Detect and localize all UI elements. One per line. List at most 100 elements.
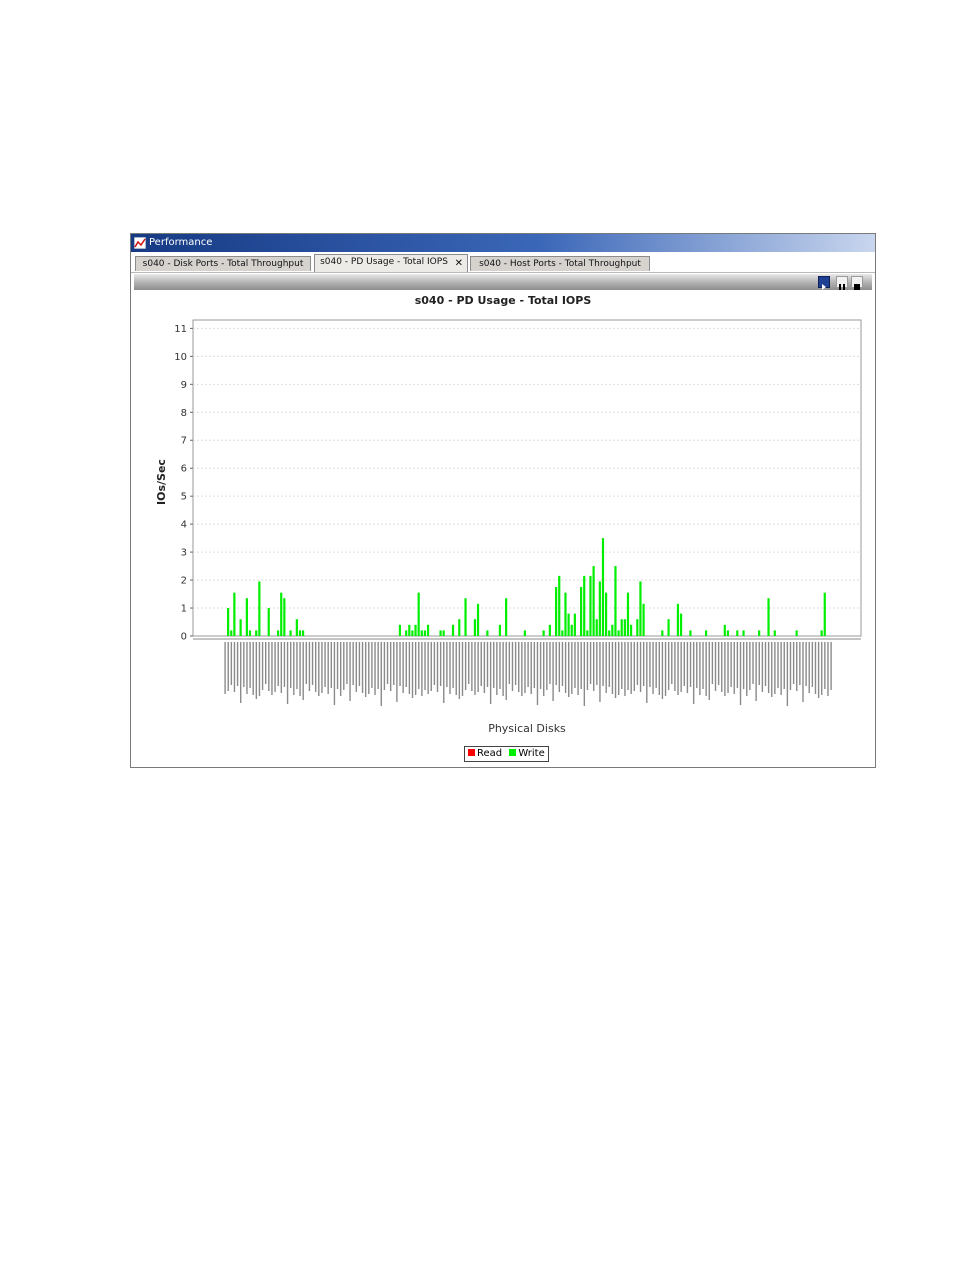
- x-tick-label: [280, 642, 283, 693]
- x-tick-label: [508, 642, 511, 684]
- close-tab-icon[interactable]: ✕: [455, 257, 463, 271]
- x-tick-label: [767, 642, 770, 693]
- bar-write: [604, 592, 608, 636]
- x-tick-label: [664, 642, 667, 696]
- bar-write: [555, 587, 558, 636]
- x-tick-label: [552, 642, 554, 701]
- bar-write: [245, 598, 248, 636]
- x-tick-label: [561, 642, 564, 686]
- tab-host-ports-throughput[interactable]: s040 - Host Ports - Total Throughput: [470, 256, 650, 271]
- x-tick-label: [696, 642, 698, 688]
- y-tick-label: 1: [181, 604, 187, 615]
- x-tick-label: [708, 642, 710, 700]
- bar-write: [629, 624, 633, 636]
- x-tick-label: [236, 642, 239, 686]
- bar-write: [667, 619, 670, 636]
- x-tick-label: [324, 642, 326, 687]
- stop-button[interactable]: [851, 276, 863, 290]
- bar-write: [277, 630, 280, 636]
- x-tick-label: [299, 642, 301, 696]
- x-tick-label: [252, 642, 254, 695]
- x-tick-label: [471, 642, 473, 691]
- x-tick-label: [727, 642, 729, 693]
- bar-write: [505, 598, 508, 636]
- x-tick-label: [789, 642, 792, 690]
- x-tick-label: [452, 642, 454, 688]
- y-tick-label: 2: [181, 576, 187, 587]
- x-tick-label: [443, 642, 445, 703]
- tab-disk-ports-throughput[interactable]: s040 - Disk Ports - Total Throughput: [135, 256, 311, 271]
- x-tick-label: [705, 642, 707, 696]
- x-tick-label: [271, 642, 273, 695]
- bar-write: [523, 630, 526, 636]
- x-tick-label: [721, 642, 723, 692]
- bar-write: [458, 619, 461, 636]
- x-tick-label: [733, 642, 735, 694]
- x-tick-label: [646, 642, 648, 703]
- title-bar: Performance: [131, 234, 875, 252]
- bar-write: [486, 630, 489, 636]
- x-tick-label: [424, 642, 426, 690]
- x-tick-label: [827, 642, 829, 696]
- plot-area: 0 1 2 3 4 5 6 7 8 9 10 11: [174, 319, 862, 706]
- bar-write: [611, 624, 614, 636]
- x-tick-label: [249, 642, 251, 688]
- bar-write: [589, 575, 592, 636]
- bar-write: [258, 581, 261, 636]
- x-tick-label: [755, 642, 757, 701]
- bar-write: [564, 592, 567, 636]
- y-tick-label: 8: [181, 408, 187, 419]
- x-tick-label: [308, 642, 311, 691]
- x-tick-label: [605, 642, 607, 693]
- x-tick-label: [555, 642, 557, 685]
- x-tick-label: [355, 642, 357, 692]
- y-tick-label: 7: [181, 436, 187, 447]
- x-tick-label: [283, 642, 286, 687]
- x-tick-label: [699, 642, 701, 695]
- x-tick-label: [524, 642, 526, 693]
- pause-button[interactable]: [836, 276, 848, 290]
- x-tick-label: [639, 642, 642, 692]
- x-tick-label: [799, 642, 801, 685]
- bar-write: [295, 619, 298, 636]
- x-tick-label: [742, 642, 745, 689]
- bar-write: [567, 613, 570, 636]
- x-tick-label: [502, 642, 504, 696]
- bar-write: [583, 575, 586, 636]
- x-tick-label: [596, 642, 598, 685]
- x-tick-label: [586, 642, 589, 690]
- x-tick-label: [265, 642, 267, 684]
- bar-write: [689, 630, 692, 636]
- x-tick-label: [571, 642, 573, 694]
- bar-write: [570, 624, 573, 636]
- x-tick-label: [752, 642, 754, 684]
- x-tick-label: [758, 642, 760, 685]
- x-tick-label: [677, 642, 679, 695]
- x-tick-label: [377, 642, 379, 689]
- bar-write: [426, 624, 430, 636]
- x-tick-label: [336, 642, 339, 689]
- x-tick-label: [333, 642, 336, 705]
- x-tick-label: [564, 642, 567, 693]
- play-button[interactable]: [818, 276, 830, 290]
- x-tick-label: [371, 642, 373, 688]
- x-tick-label: [546, 642, 548, 690]
- x-tick-label: [383, 642, 386, 690]
- x-tick-label: [230, 642, 233, 685]
- x-tick-label: [649, 642, 651, 687]
- y-tick-label: 3: [181, 548, 187, 559]
- tab-pd-usage-iops[interactable]: s040 - PD Usage - Total IOPS ✕: [314, 254, 468, 272]
- bar-write: [548, 624, 551, 636]
- bar-write: [617, 630, 620, 636]
- x-tick-label: [814, 642, 817, 694]
- x-tick-label: [711, 642, 714, 684]
- x-tick-label: [642, 642, 645, 686]
- bar-write: [558, 575, 561, 636]
- x-tick-label: [824, 642, 826, 689]
- x-tick-label: [658, 642, 660, 695]
- x-tick-label: [702, 642, 704, 689]
- x-tick-label: [314, 642, 317, 692]
- x-tick-label: [305, 642, 308, 684]
- x-tick-label: [549, 642, 551, 684]
- bar-write: [636, 619, 639, 636]
